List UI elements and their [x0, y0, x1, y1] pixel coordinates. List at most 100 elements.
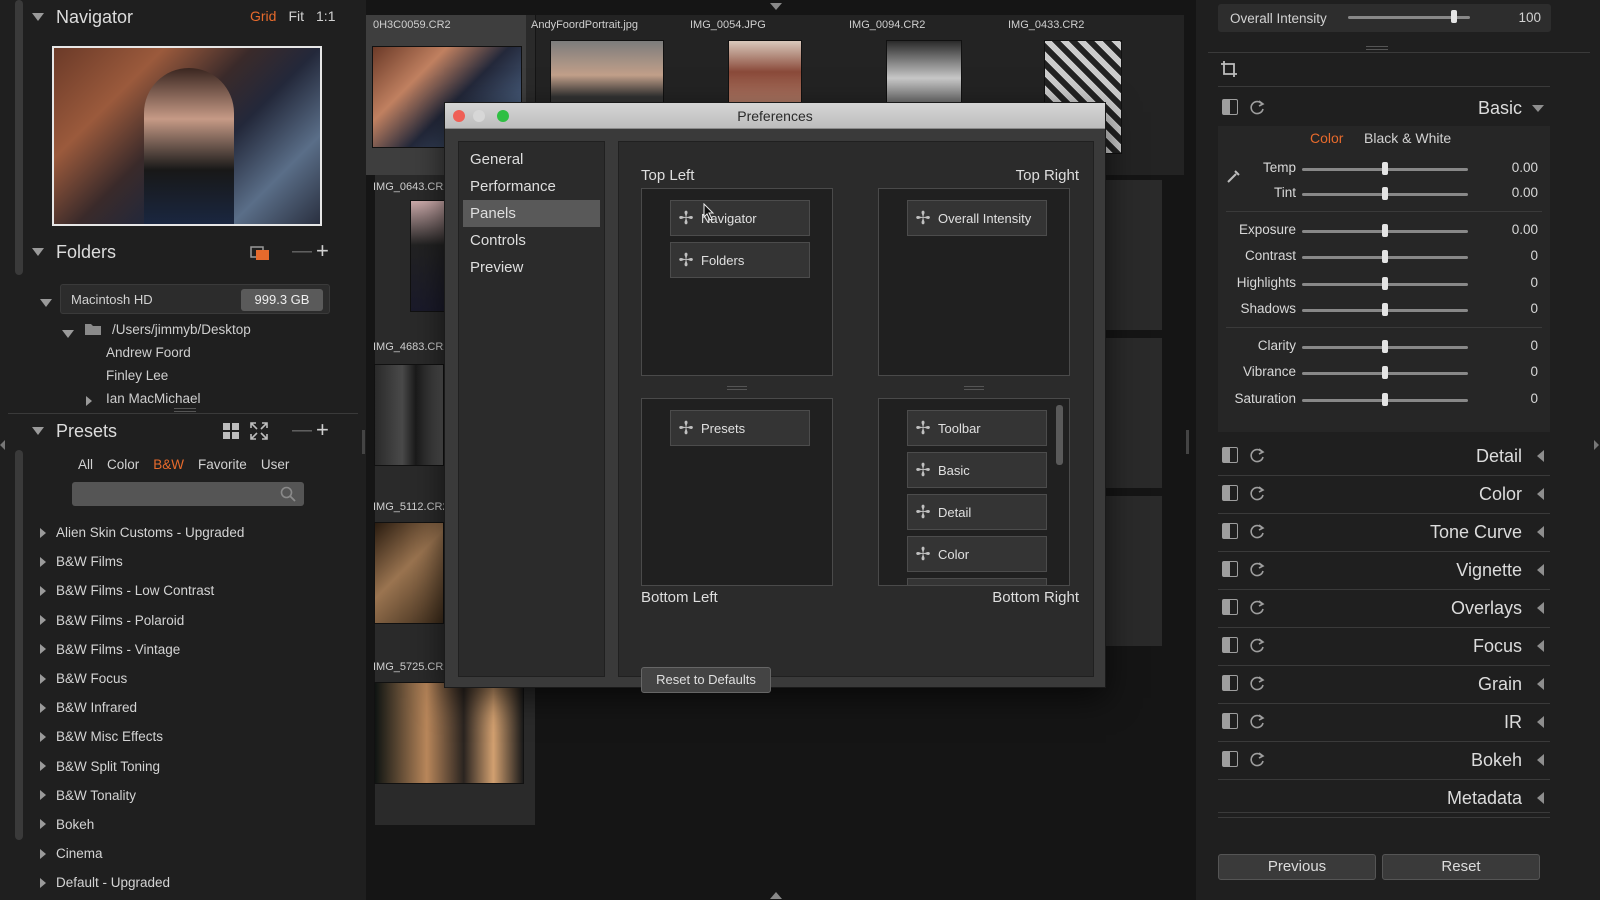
- intensity-slider-knob[interactable]: [1451, 10, 1458, 23]
- collapse-icon[interactable]: [32, 248, 44, 256]
- mode-tab-bw[interactable]: Black & White: [1364, 130, 1451, 146]
- adjustment-value[interactable]: 0: [1530, 338, 1538, 353]
- panel-chip-folders[interactable]: ✢ Folders: [670, 242, 810, 278]
- collapse-icon[interactable]: [32, 427, 44, 435]
- preset-group[interactable]: B&W Films: [40, 547, 340, 576]
- panel-chip-partial[interactable]: [907, 578, 1047, 585]
- path-expand-icon[interactable]: [62, 326, 86, 341]
- nav-controls[interactable]: Controls: [459, 227, 604, 254]
- adjustment-value[interactable]: 0: [1530, 275, 1538, 290]
- adjustment-value[interactable]: 0: [1530, 391, 1538, 406]
- folders-header[interactable]: Folders: [32, 235, 116, 269]
- enable-toggle-icon[interactable]: [1222, 447, 1238, 463]
- enable-toggle-icon[interactable]: [1222, 561, 1238, 577]
- preset-group[interactable]: B&W Films - Polaroid: [40, 606, 340, 635]
- mode-fit[interactable]: Fit: [288, 8, 304, 24]
- section-overlays[interactable]: Overlays: [1218, 590, 1550, 626]
- section-ir[interactable]: IR: [1218, 704, 1550, 740]
- enable-toggle-icon[interactable]: [1222, 751, 1238, 767]
- reset-icon[interactable]: [1248, 751, 1266, 769]
- left-scrollbar-top[interactable]: [15, 0, 23, 275]
- left-scrollbar-bottom[interactable]: [15, 450, 23, 840]
- right-splitter[interactable]: [1186, 430, 1189, 454]
- left-splitter[interactable]: [362, 430, 365, 454]
- panel-chip-toolbar[interactable]: ✢ Toolbar: [907, 410, 1047, 446]
- section-bokeh[interactable]: Bokeh: [1218, 742, 1550, 778]
- adjustment-slider-knob[interactable]: [1382, 187, 1388, 200]
- enable-toggle-icon[interactable]: [1222, 523, 1238, 539]
- navigator-preview[interactable]: [52, 46, 322, 226]
- enable-toggle-icon[interactable]: [1222, 599, 1238, 615]
- grid-cell[interactable]: [1106, 496, 1162, 646]
- reset-icon[interactable]: [1248, 99, 1266, 117]
- preset-tab-user[interactable]: User: [261, 457, 290, 472]
- remove-folder-icon[interactable]: —: [292, 240, 312, 263]
- panel-chip-navigator[interactable]: ✢ Navigator: [670, 200, 810, 236]
- expand-icon[interactable]: [86, 394, 92, 409]
- expand-icon[interactable]: [1537, 792, 1544, 804]
- folder-open-icon[interactable]: [250, 243, 270, 264]
- grid-cell[interactable]: [1106, 180, 1162, 330]
- folder-item[interactable]: Andrew Foord: [106, 345, 191, 360]
- reset-icon[interactable]: [1248, 485, 1266, 503]
- section-color[interactable]: Color: [1218, 476, 1550, 512]
- expand-icon[interactable]: [1532, 104, 1544, 112]
- crop-icon[interactable]: [1220, 60, 1238, 81]
- preset-tab-color[interactable]: Color: [107, 457, 139, 472]
- section-vignette[interactable]: Vignette: [1218, 552, 1550, 588]
- adjustment-slider-knob[interactable]: [1382, 303, 1388, 316]
- photo-thumbnail[interactable]: [728, 40, 802, 104]
- panel-chip-presets[interactable]: ✢ Presets: [670, 410, 810, 446]
- nav-performance[interactable]: Performance: [459, 173, 604, 200]
- collapse-top-icon[interactable]: [770, 3, 782, 10]
- expand-icon[interactable]: [1537, 754, 1544, 766]
- zoom-icon[interactable]: [497, 110, 509, 122]
- preset-group[interactable]: Default - Upgraded: [40, 868, 340, 897]
- enable-toggle-icon[interactable]: [1222, 99, 1238, 115]
- reset-icon[interactable]: [1248, 523, 1266, 541]
- adjustment-slider-knob[interactable]: [1382, 162, 1388, 175]
- panel-chip-overall-intensity[interactable]: ✢ Overall Intensity: [907, 200, 1047, 236]
- preset-tab-favorite[interactable]: Favorite: [198, 457, 247, 472]
- preset-group[interactable]: B&W Films - Vintage: [40, 635, 340, 664]
- reset-icon[interactable]: [1248, 599, 1266, 617]
- nav-preview[interactable]: Preview: [459, 254, 604, 281]
- photo-thumbnail[interactable]: [374, 522, 444, 624]
- enable-toggle-icon[interactable]: [1222, 675, 1238, 691]
- preset-group[interactable]: B&W Films - Low Contrast: [40, 576, 340, 605]
- reset-to-defaults-button[interactable]: Reset to Defaults: [641, 667, 771, 693]
- enable-toggle-icon[interactable]: [1222, 485, 1238, 501]
- folder-item[interactable]: Ian MacMichael: [106, 391, 201, 406]
- preset-tab-bw[interactable]: B&W: [153, 457, 184, 472]
- photo-thumbnail[interactable]: [886, 40, 962, 104]
- grid-cell[interactable]: [1106, 338, 1162, 488]
- previous-button[interactable]: Previous: [1218, 854, 1376, 880]
- minimize-icon[interactable]: [473, 110, 485, 122]
- photo-thumbnail[interactable]: [374, 682, 524, 784]
- panel-chip-basic[interactable]: ✢ Basic: [907, 452, 1047, 488]
- adjustment-slider-knob[interactable]: [1382, 393, 1388, 406]
- nav-general[interactable]: General: [459, 146, 604, 173]
- preset-group[interactable]: B&W Misc Effects: [40, 722, 340, 751]
- dialog-titlebar[interactable]: Preferences: [445, 103, 1105, 129]
- expand-icon[interactable]: [1537, 564, 1544, 576]
- presets-header[interactable]: Presets: [32, 414, 117, 448]
- reset-icon[interactable]: [1248, 447, 1266, 465]
- panel-resize-grip[interactable]: [1366, 46, 1388, 50]
- adjustment-slider-knob[interactable]: [1382, 366, 1388, 379]
- folder-item[interactable]: Finley Lee: [106, 368, 168, 383]
- folder-path[interactable]: /Users/jimmyb/Desktop: [112, 322, 251, 337]
- preset-group[interactable]: B&W Tonality: [40, 781, 340, 810]
- preset-tab-all[interactable]: All: [78, 457, 93, 472]
- mode-grid[interactable]: Grid: [250, 8, 276, 24]
- top-left-dropzone[interactable]: ✢ Navigator ✢ Folders: [641, 188, 833, 376]
- bottom-right-dropzone[interactable]: ✢ Toolbar ✢ Basic ✢ Detail ✢ Color: [878, 398, 1070, 586]
- collapse-left-icon[interactable]: [0, 440, 5, 450]
- reset-icon[interactable]: [1248, 675, 1266, 693]
- mode-tab-color[interactable]: Color: [1310, 130, 1343, 146]
- close-icon[interactable]: [453, 110, 465, 122]
- preset-group[interactable]: Cinema: [40, 839, 340, 868]
- collapse-bottom-icon[interactable]: [770, 892, 782, 899]
- intensity-value[interactable]: 100: [1518, 10, 1541, 25]
- splitter-grip-right[interactable]: [964, 386, 984, 390]
